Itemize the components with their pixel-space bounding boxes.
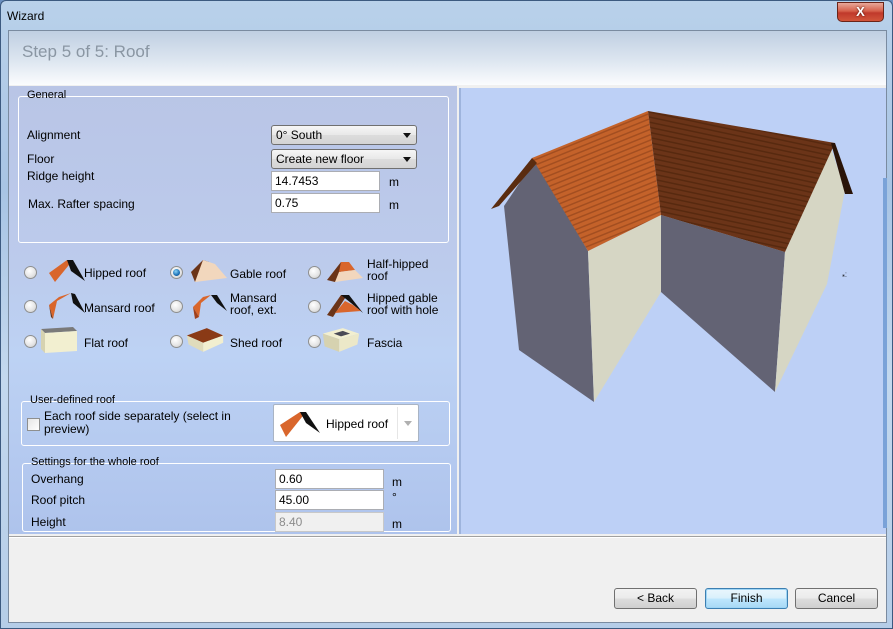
- hipped-roof-icon: [280, 412, 320, 437]
- settings-pane: General Alignment 0° South Floor Create …: [9, 86, 457, 534]
- roof-label-line: roof: [367, 269, 388, 283]
- radio-hipped-roof[interactable]: [24, 266, 37, 279]
- radio-gable-roof[interactable]: [170, 266, 183, 279]
- close-button[interactable]: X: [837, 2, 884, 22]
- user-roof-type-value: Hipped roof: [326, 417, 389, 431]
- roof-label: Fascia: [367, 336, 403, 350]
- floor-select[interactable]: Create new floor: [271, 149, 417, 169]
- checkbox-label-line: preview): [44, 422, 90, 436]
- half-hipped-roof-icon: [327, 262, 363, 282]
- each-side-separately-checkbox[interactable]: [27, 418, 40, 431]
- cancel-button[interactable]: Cancel: [795, 588, 878, 609]
- each-side-separately-label: Each roof side separately (select in prev…: [44, 410, 231, 436]
- cursor-marker: ⁎⁚: [842, 273, 847, 279]
- wizard-client-area: Step 5 of 5: Roof General Alignment 0° S…: [8, 30, 887, 623]
- roof-label: Shed roof: [230, 336, 283, 350]
- footer-separator: [9, 536, 886, 538]
- roof-label: Hipped gable roof with hole: [367, 292, 438, 316]
- roof-label-line: roof, ext.: [230, 303, 277, 317]
- radio-hipped-gable-hole[interactable]: [308, 300, 321, 313]
- overhang-label: Overhang: [31, 472, 84, 486]
- user-roof-type-combo[interactable]: Hipped roof: [273, 404, 419, 442]
- roof-label: Half-hipped roof: [367, 258, 428, 282]
- roof-label: Flat roof: [84, 336, 129, 350]
- mansard-roof-icon: [49, 293, 85, 319]
- ridge-height-label: Ridge height: [27, 169, 95, 183]
- roof-label: Mansard roof, ext.: [230, 292, 277, 316]
- chevron-down-icon: [403, 157, 411, 162]
- roof-label: Gable roof: [230, 267, 287, 281]
- back-button[interactable]: < Back: [614, 588, 697, 609]
- height-input: 8.40: [275, 512, 384, 532]
- roof-pitch-label: Roof pitch: [31, 493, 86, 507]
- close-icon: X: [856, 4, 865, 19]
- house-3d-model[interactable]: ⁎⁚: [461, 88, 888, 534]
- wizard-window: Wizard X Step 5 of 5: Roof General Align…: [0, 0, 893, 629]
- window-title: Wizard: [7, 9, 45, 23]
- alignment-value: 0° South: [276, 128, 323, 142]
- height-unit: m: [392, 517, 402, 531]
- rafter-spacing-unit: m: [389, 198, 399, 212]
- roof-label: Mansard roof: [84, 301, 155, 315]
- mansard-roof-ext-icon: [193, 295, 227, 319]
- floor-label: Floor: [27, 152, 55, 166]
- chevron-down-icon: [404, 421, 412, 426]
- radio-shed-roof[interactable]: [170, 335, 183, 348]
- step-title: Step 5 of 5: Roof: [22, 42, 150, 61]
- checkbox-label-line: Each roof side separately (select in: [44, 409, 231, 423]
- shed-roof-icon: [186, 328, 224, 352]
- alignment-label: Alignment: [27, 128, 81, 142]
- roof-pitch-input[interactable]: 45.00: [275, 490, 384, 510]
- whole-roof-legend: Settings for the whole roof: [31, 456, 159, 468]
- radio-mansard-roof[interactable]: [24, 300, 37, 313]
- roof-label-line: roof with hole: [367, 303, 439, 317]
- fascia-icon: [322, 328, 360, 352]
- roof-3d-preview[interactable]: ⁎⁚: [459, 88, 888, 534]
- floor-value: Create new floor: [276, 152, 365, 166]
- general-legend: General: [27, 89, 67, 101]
- radio-flat-roof[interactable]: [24, 335, 37, 348]
- gable-roof-icon: [191, 260, 227, 282]
- wizard-header: Step 5 of 5: Roof: [9, 31, 886, 85]
- roof-pitch-unit: °: [392, 490, 397, 504]
- chevron-down-icon: [403, 133, 411, 138]
- preview-scrollbar[interactable]: [883, 178, 887, 528]
- overhang-input[interactable]: 0.60: [275, 469, 384, 489]
- hipped-roof-icon: [49, 260, 85, 282]
- flat-roof-icon: [41, 327, 77, 353]
- radio-mansard-roof-ext[interactable]: [170, 300, 183, 313]
- finish-button[interactable]: Finish: [705, 588, 788, 609]
- overhang-unit: m: [392, 475, 402, 489]
- roof-label: Hipped roof: [84, 266, 147, 280]
- alignment-select[interactable]: 0° South: [271, 125, 417, 145]
- radio-half-hipped-roof[interactable]: [308, 266, 321, 279]
- rafter-spacing-label: Max. Rafter spacing: [28, 197, 135, 211]
- ridge-height-input[interactable]: 14.7453: [271, 171, 380, 191]
- height-label: Height: [31, 515, 66, 529]
- user-defined-legend: User-defined roof: [30, 394, 115, 406]
- ridge-height-unit: m: [389, 175, 399, 189]
- title-bar[interactable]: Wizard X: [1, 1, 892, 31]
- rafter-spacing-input[interactable]: 0.75: [271, 193, 380, 213]
- hipped-gable-hole-icon: [327, 295, 363, 317]
- combo-separator: [397, 407, 398, 439]
- whole-roof-settings-group: Settings for the whole roof: [22, 456, 451, 532]
- radio-fascia[interactable]: [308, 335, 321, 348]
